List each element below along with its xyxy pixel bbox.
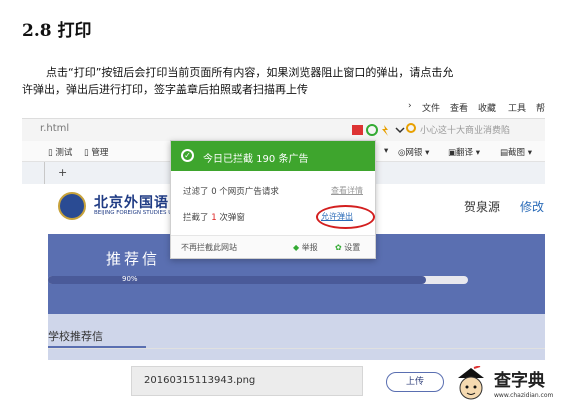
screenshot-button[interactable]: ▤截图 ▾ [500,146,532,158]
watermark-brand: 查字典 [494,371,545,391]
bookmark-test[interactable]: ▯ 测试 [48,146,72,158]
browser-menubar: › 文件 查看 收藏 工具 帮 [22,96,545,118]
section-divider [48,348,545,349]
search-icon[interactable] [406,123,416,133]
instruction-paragraph: 点击“打印”按钮后会打印当前页面所有内容，如果浏览器阻止窗口的弹出，请点击允 许… [22,64,532,98]
popup-header-text: 今日已拦截 190 条广告 [203,154,309,165]
progress-label: 90% [122,275,138,283]
allow-popup-link[interactable]: 允许弹出 [321,211,353,222]
report-link[interactable]: ◆ 举报 [293,242,318,253]
search-input[interactable]: 小心这十大商业消费陷 [420,123,510,136]
bank-button[interactable]: ◎网银 ▾ [398,146,429,158]
lightning-icon [382,125,388,136]
file-name-text: 20160315113943.png [144,375,256,386]
popup-header: ✓ 今日已拦截 190 条广告 [171,141,375,171]
check-icon: ✓ [181,149,194,162]
watermark: 查字典 www.chazidian.com [454,362,574,412]
no-block-site-link[interactable]: 不再拦截此网站 [181,242,237,253]
file-name-field[interactable]: 20160315113943.png [131,366,363,396]
progress-fill [48,276,426,284]
blocked-text: 拦截了 1 次弹窗 [183,213,245,223]
menu-help[interactable]: 帮 [536,101,545,114]
popup-blocker-dialog: ✓ 今日已拦截 190 条广告 过滤了 0 个网页广告请求 查看详情 拦截了 1… [170,140,376,259]
watermark-url: www.chazidian.com [494,392,554,399]
paragraph-line-1: 点击“打印”按钮后会打印当前页面所有内容，如果浏览器阻止窗口的弹出，请点击允 [46,66,454,79]
report-icon: ◆ [293,243,300,252]
adblock-icon [352,125,363,135]
section-heading: 2.8 打印 [22,21,92,41]
menu-arrow-icon: › [408,101,412,111]
menu-file[interactable]: 文件 [422,101,440,114]
menu-tools[interactable]: 工具 [508,101,526,114]
logo-english: BEIJING FOREIGN STUDIES U [94,210,173,216]
mascot-icon [458,366,484,400]
tab-divider [44,162,45,184]
section-label: 学校推荐信 [48,330,103,343]
filtered-text: 过滤了 0 个网页广告请求 [183,187,279,197]
banner-title: 推荐信 [106,250,161,268]
url-field[interactable]: r.html [40,123,69,134]
address-bar: r.html 小心这十大商业消费陷 [22,118,545,142]
chevron-down-icon [395,127,405,134]
paragraph-line-2: 许弹出，弹出后进行打印，签字盖章后拍照或者扫描再上传 [22,83,308,96]
settings-link[interactable]: ✿ 设置 [335,242,360,253]
translate-button[interactable]: ▣翻译 ▾ [448,146,480,158]
gear-icon [366,124,378,136]
menu-view[interactable]: 查看 [450,101,468,114]
bookmark-manage[interactable]: ▯ 管理 [84,146,108,158]
popup-footer: 不再拦截此网站 ◆ 举报 ✿ 设置 [171,235,375,258]
dropdown-arrow-icon[interactable]: ▾ [384,146,388,156]
logo-chinese: 北京外国语 [94,195,169,211]
gear-icon: ✿ [335,243,342,252]
banner-lower-band [48,314,545,360]
progress-bar: 90% [48,275,468,284]
upload-button[interactable]: 上传 [386,372,444,392]
new-tab-button[interactable]: + [58,166,67,179]
menu-favorites[interactable]: 收藏 [478,101,496,114]
view-details-link[interactable]: 查看详情 [331,185,363,196]
user-name: 贺泉源 [464,200,501,214]
modify-link[interactable]: 修改 [520,198,544,215]
university-seal-icon [58,192,86,220]
